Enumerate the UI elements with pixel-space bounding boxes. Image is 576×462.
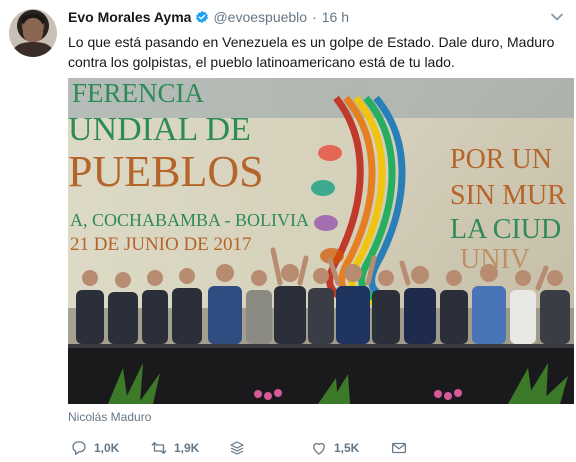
tweet-text: Lo que está pasando en Venezuela es un g… <box>68 34 555 70</box>
reply-count: 1,0K <box>94 441 120 455</box>
retweet-button[interactable]: 1,9K <box>150 438 199 458</box>
retweet-icon <box>151 442 167 454</box>
conference-photo: FERENCIA UNDIAL DE PUEBLOS A, COCHABAMBA… <box>68 78 574 404</box>
stage <box>68 344 574 404</box>
retweet-count: 1,9K <box>174 441 200 455</box>
chevron-down-icon[interactable] <box>550 10 564 24</box>
verified-badge-icon <box>196 10 209 24</box>
avatar[interactable] <box>9 9 57 57</box>
dm-button[interactable] <box>390 438 408 458</box>
banner-date: 21 DE JUNIO DE 2017 <box>70 234 252 255</box>
right-line-2: SIN MUR <box>450 180 566 211</box>
right-line-1: POR UN <box>450 144 552 175</box>
reply-icon <box>72 441 86 456</box>
tweet-photo[interactable]: FERENCIA UNDIAL DE PUEBLOS A, COCHABAMBA… <box>68 78 574 404</box>
reply-button[interactable]: 1,0K <box>70 438 119 458</box>
stack-icon <box>230 441 244 455</box>
tweet: Evo Morales Ayma @evoespueblo · 16 h Lo … <box>68 0 566 72</box>
separator-dot: · <box>312 9 317 25</box>
tweet-header: Evo Morales Ayma @evoespueblo · 16 h <box>68 8 566 26</box>
stack-button[interactable] <box>228 438 246 458</box>
heart-icon <box>313 442 325 455</box>
right-line-3: LA CIUD <box>450 214 561 245</box>
timestamp[interactable]: 16 h <box>322 8 349 26</box>
avatar-face <box>23 18 43 42</box>
photo-caption[interactable]: Nicolás Maduro <box>68 410 151 424</box>
like-button[interactable]: 1,5K <box>310 438 359 458</box>
author-handle[interactable]: @evoespueblo <box>213 8 307 26</box>
like-count: 1,5K <box>334 441 360 455</box>
author-name[interactable]: Evo Morales Ayma <box>68 8 191 26</box>
banner-line-1: FERENCIA <box>72 78 205 108</box>
banner-line-3: PUEBLOS <box>68 147 264 196</box>
tweet-actions: 1,0K 1,9K 1,5K <box>68 438 568 458</box>
banner-line-2: UNDIAL DE <box>68 111 251 148</box>
banner-place: A, COCHABAMBA - BOLIVIA <box>70 210 309 230</box>
avatar-body <box>13 42 53 57</box>
envelope-icon <box>391 442 407 454</box>
